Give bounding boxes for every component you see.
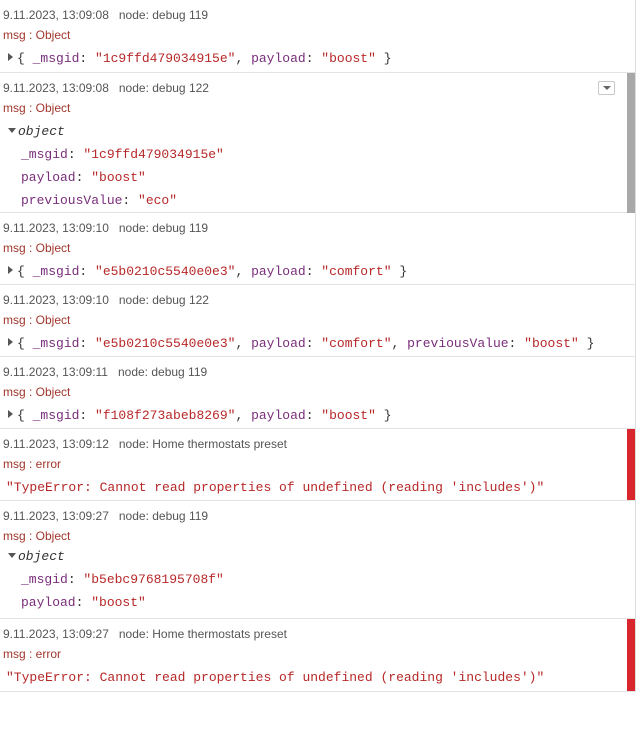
message-timestamp: 9.11.2023, 13:09:10 <box>3 293 109 307</box>
property-key: _msgid <box>21 147 68 162</box>
object-label: object <box>18 549 65 564</box>
message-meta: 9.11.2023, 13:09:08 node: debug 122 <box>3 81 209 95</box>
message-timestamp: 9.11.2023, 13:09:12 <box>3 437 109 451</box>
object-property: payload: "boost" <box>21 170 146 185</box>
message-timestamp: 9.11.2023, 13:09:08 <box>3 8 109 22</box>
message-topic: msg : Object <box>3 28 71 42</box>
object-property: _msgid: "b5ebc9768195708f" <box>21 572 224 587</box>
message-meta: 9.11.2023, 13:09:27 node: debug 119 <box>3 509 208 523</box>
message-topic: msg : Object <box>3 385 71 399</box>
message-timestamp: 9.11.2023, 13:09:27 <box>3 509 109 523</box>
property-value: "comfort" <box>321 264 392 279</box>
property-key: payload <box>251 408 306 423</box>
property-value[interactable]: "1c9ffd479034915e" <box>83 147 223 162</box>
property-key: _msgid <box>32 51 80 66</box>
property-value[interactable]: "boost" <box>91 595 146 610</box>
property-value: "e5b0210c5540e0e3" <box>95 264 236 279</box>
property-key: payload <box>251 264 306 279</box>
property-value: "e5b0210c5540e0e3" <box>95 336 236 351</box>
message-timestamp: 9.11.2023, 13:09:08 <box>3 81 109 95</box>
property-value: "comfort" <box>321 336 392 351</box>
debug-message-error: 9.11.2023, 13:09:12 node: Home thermostat… <box>0 429 635 501</box>
message-topic: msg : Object <box>3 241 71 255</box>
error-indicator <box>627 429 635 500</box>
message-meta: 9.11.2023, 13:09:10 node: debug 119 <box>3 221 208 235</box>
message-meta: 9.11.2023, 13:09:08 node: debug 119 <box>3 8 208 22</box>
message-timestamp: 9.11.2023, 13:09:11 <box>3 365 108 379</box>
caret-down-icon[interactable] <box>8 128 16 133</box>
chevron-down-icon <box>603 86 611 90</box>
property-value[interactable]: "boost" <box>91 170 146 185</box>
object-summary[interactable]: { _msgid: "e5b0210c5540e0e3", payload: "… <box>8 264 407 279</box>
message-meta: 9.11.2023, 13:09:27 node: Home thermostat… <box>3 627 287 641</box>
object-summary[interactable]: { _msgid: "f108f273abeb8269", payload: "… <box>8 408 392 423</box>
caret-right-icon[interactable] <box>8 53 13 61</box>
error-indicator <box>627 619 635 691</box>
message-timestamp: 9.11.2023, 13:09:27 <box>3 627 109 641</box>
message-node-link[interactable]: node: debug 119 <box>118 365 207 379</box>
property-key: payload <box>251 336 306 351</box>
debug-message: 9.11.2023, 13:09:08 node: debug 119 msg :… <box>0 0 635 73</box>
message-node-link[interactable]: node: debug 119 <box>119 221 208 235</box>
object-summary[interactable]: { _msgid: "e5b0210c5540e0e3", payload: "… <box>8 336 594 351</box>
debug-message: 9.11.2023, 13:09:08 node: debug 122 msg :… <box>0 73 635 213</box>
message-topic: msg : error <box>3 457 62 471</box>
message-topic: msg : Object <box>3 529 71 543</box>
message-node-link[interactable]: node: debug 119 <box>119 509 208 523</box>
debug-message: 9.11.2023, 13:09:27 node: debug 119 msg :… <box>0 501 635 619</box>
object-toggle[interactable]: object <box>8 549 65 564</box>
property-value: "f108f273abeb8269" <box>95 408 236 423</box>
property-value: "boost" <box>321 51 376 66</box>
property-key: _msgid <box>32 408 80 423</box>
debug-message: 9.11.2023, 13:09:10 node: debug 119 msg :… <box>0 213 635 285</box>
caret-down-icon[interactable] <box>8 553 16 558</box>
debug-message: 9.11.2023, 13:09:11 node: debug 119 msg :… <box>0 357 635 429</box>
property-key: _msgid <box>32 336 80 351</box>
debug-message-error: 9.11.2023, 13:09:27 node: Home thermostat… <box>0 619 635 692</box>
property-value[interactable]: "b5ebc9768195708f" <box>83 572 223 587</box>
message-topic: msg : error <box>3 647 62 661</box>
error-text[interactable]: "TypeError: Cannot read properties of un… <box>6 670 544 685</box>
object-summary[interactable]: { _msgid: "1c9ffd479034915e", payload: "… <box>8 51 392 66</box>
debug-message-list[interactable]: 9.11.2023, 13:09:08 node: debug 119 msg :… <box>0 0 636 692</box>
object-property: payload: "boost" <box>21 595 146 610</box>
property-value: "boost" <box>524 336 579 351</box>
message-timestamp: 9.11.2023, 13:09:10 <box>3 221 109 235</box>
property-value[interactable]: "eco" <box>138 193 177 208</box>
message-node-link[interactable]: node: debug 122 <box>119 293 209 307</box>
property-key: payload <box>21 170 76 185</box>
message-node-link[interactable]: node: debug 119 <box>119 8 208 22</box>
message-meta: 9.11.2023, 13:09:11 node: debug 119 <box>3 365 207 379</box>
error-text[interactable]: "TypeError: Cannot read properties of un… <box>6 480 544 495</box>
object-label: object <box>18 124 65 139</box>
object-toggle[interactable]: object <box>8 124 65 139</box>
property-value: "1c9ffd479034915e" <box>95 51 236 66</box>
scrollbar-thumb[interactable] <box>627 73 635 213</box>
message-node-link[interactable]: node: Home thermostats preset <box>119 627 287 641</box>
message-menu-button[interactable] <box>598 81 615 95</box>
message-topic: msg : Object <box>3 313 71 327</box>
property-key: payload <box>21 595 76 610</box>
object-property: _msgid: "1c9ffd479034915e" <box>21 147 224 162</box>
property-key: _msgid <box>21 572 68 587</box>
caret-right-icon[interactable] <box>8 410 13 418</box>
message-node-link[interactable]: node: Home thermostats preset <box>119 437 287 451</box>
property-value: "boost" <box>321 408 376 423</box>
caret-right-icon[interactable] <box>8 338 13 346</box>
debug-message: 9.11.2023, 13:09:10 node: debug 122 msg :… <box>0 285 635 357</box>
property-key: _msgid <box>32 264 80 279</box>
message-meta: 9.11.2023, 13:09:12 node: Home thermostat… <box>3 437 287 451</box>
object-property: previousValue: "eco" <box>21 193 178 208</box>
message-meta: 9.11.2023, 13:09:10 node: debug 122 <box>3 293 209 307</box>
caret-right-icon[interactable] <box>8 266 13 274</box>
property-key: previousValue <box>407 336 509 351</box>
message-topic: msg : Object <box>3 101 71 115</box>
message-node-link[interactable]: node: debug 122 <box>119 81 209 95</box>
property-key: payload <box>251 51 306 66</box>
property-key: previousValue <box>21 193 123 208</box>
